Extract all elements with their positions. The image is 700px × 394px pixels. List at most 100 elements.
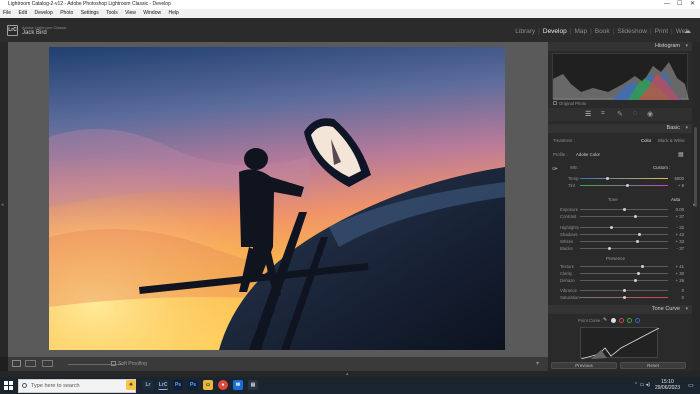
texture-knob[interactable] [641, 265, 644, 268]
module-book[interactable]: Book [592, 28, 613, 35]
module-map[interactable]: Map [571, 28, 590, 35]
contrast-slider[interactable] [580, 216, 668, 217]
dehaze-value[interactable]: + 26 [670, 278, 684, 283]
whites-slider[interactable] [580, 241, 668, 242]
edit-sliders-icon[interactable]: ☰ [585, 110, 591, 118]
compare-icon[interactable] [42, 360, 53, 367]
reset-button[interactable]: Reset [620, 362, 686, 369]
menu-settings[interactable]: Settings [81, 10, 99, 16]
module-slideshow[interactable]: Slideshow [614, 28, 650, 35]
contrast-knob[interactable] [634, 215, 637, 218]
module-develop[interactable]: Develop [540, 28, 570, 35]
highlights-slider[interactable] [580, 227, 668, 228]
shadows-knob[interactable] [638, 233, 641, 236]
blacks-value[interactable]: - 37 [670, 246, 684, 251]
wb-eyedropper-icon[interactable]: ✑ [552, 165, 558, 173]
menu-view[interactable]: View [125, 10, 136, 16]
curve-red-channel[interactable] [619, 318, 624, 323]
vibrance-value[interactable]: 0 [670, 288, 684, 293]
masking-icon[interactable]: ◌ [633, 110, 637, 117]
app-taskbar-icon[interactable]: ▤ [248, 380, 258, 390]
dehaze-knob[interactable] [634, 279, 637, 282]
exposure-value[interactable]: 0.00 [670, 207, 684, 212]
crop-icon[interactable]: ⌗ [601, 110, 605, 118]
shadows-slider[interactable] [580, 234, 668, 235]
tint-knob[interactable] [626, 184, 629, 187]
toolbar-menu-icon[interactable]: ▾ [536, 360, 539, 367]
right-scrollbar[interactable]: ▸ [692, 42, 700, 377]
highlights-knob[interactable] [610, 226, 613, 229]
curve-edit-icon[interactable]: ✎ [603, 317, 607, 323]
highlights-value[interactable]: - 32 [670, 225, 684, 230]
lightroom-taskbar-icon[interactable]: Lr [143, 380, 153, 390]
redeye-icon[interactable]: ◉ [647, 110, 653, 118]
tone-curve-graph[interactable] [580, 327, 660, 360]
photoshop-taskbar-icon[interactable]: Ps [173, 380, 183, 390]
whites-value[interactable]: + 33 [670, 239, 684, 244]
chrome-icon[interactable]: ● [218, 380, 228, 390]
clarity-slider[interactable] [580, 273, 668, 274]
maximize-icon[interactable]: ☐ [677, 0, 682, 9]
clarity-value[interactable]: + 30 [670, 271, 684, 276]
auto-tone-button[interactable]: Auto [671, 197, 680, 202]
tint-value[interactable]: + 8 [670, 183, 684, 188]
temp-slider[interactable] [580, 178, 668, 179]
vibrance-knob[interactable] [623, 289, 626, 292]
menu-file[interactable]: File [3, 10, 11, 16]
photo-preview[interactable] [49, 47, 505, 350]
dehaze-slider[interactable] [580, 280, 668, 281]
histogram-header[interactable]: Histogram ▾ [548, 42, 692, 51]
contrast-value[interactable]: + 37 [670, 214, 684, 219]
file-explorer-icon[interactable]: ▭ [203, 380, 213, 390]
wb-select[interactable]: Custom : [653, 165, 670, 170]
saturation-knob[interactable] [623, 296, 626, 299]
photoshop-alt-taskbar-icon[interactable]: Ps [188, 380, 198, 390]
curve-white-channel[interactable] [611, 318, 616, 323]
taskbar-search-input[interactable]: Type here to search [18, 379, 136, 393]
treatment-bw[interactable]: Black & White [658, 138, 685, 143]
histogram[interactable] [552, 53, 689, 100]
whites-knob[interactable] [636, 240, 639, 243]
taskbar-clock[interactable]: 15:10 29/06/2023 [655, 379, 680, 391]
search-highlight-icon[interactable]: ☀ [126, 380, 136, 390]
curve-blue-channel[interactable] [635, 318, 640, 323]
menu-photo[interactable]: Photo [60, 10, 73, 16]
profile-select[interactable]: Adobe Color [576, 152, 600, 157]
temp-value[interactable]: 5000 [670, 176, 684, 181]
treatment-color[interactable]: Color [641, 138, 651, 143]
close-icon[interactable]: ✕ [690, 0, 695, 9]
menu-tools[interactable]: Tools [106, 10, 118, 16]
left-panel-toggle-icon[interactable]: ◂ [1, 202, 4, 208]
module-print[interactable]: Print [652, 28, 671, 35]
left-panel-collapsed[interactable]: ◂ [0, 42, 8, 357]
texture-slider[interactable] [580, 266, 668, 267]
basic-header[interactable]: Basic ▾ [548, 124, 692, 133]
saturation-value[interactable]: 0 [670, 295, 684, 300]
minimize-icon[interactable]: — [664, 0, 670, 9]
scrollbar-thumb[interactable] [694, 127, 697, 207]
tint-slider[interactable] [580, 185, 668, 186]
menu-help[interactable]: Help [168, 10, 178, 16]
menu-window[interactable]: Window [143, 10, 161, 16]
menu-develop[interactable]: Develop [34, 10, 52, 16]
original-photo-checkbox[interactable] [553, 101, 557, 105]
windows-start-icon[interactable] [4, 381, 13, 390]
module-library[interactable]: Library [512, 28, 538, 35]
tone-curve-header[interactable]: Tone Curve ▾ [548, 305, 692, 314]
blacks-slider[interactable] [580, 248, 668, 249]
before-after-icon[interactable] [25, 360, 36, 367]
blacks-knob[interactable] [608, 247, 611, 250]
loupe-view-icon[interactable] [12, 360, 21, 367]
lightroom-classic-taskbar-icon[interactable]: LrC [158, 380, 168, 390]
menu-edit[interactable]: Edit [18, 10, 27, 16]
mail-icon[interactable]: ✉ [233, 380, 243, 390]
right-panel-toggle-icon[interactable]: ▸ [693, 202, 696, 208]
curve-green-channel[interactable] [627, 318, 632, 323]
temp-knob[interactable] [606, 177, 609, 180]
healing-icon[interactable]: ✎ [617, 110, 623, 118]
clarity-knob[interactable] [637, 272, 640, 275]
tray-icons[interactable]: ⌃ ▭ ◂) [634, 382, 650, 388]
profile-browser-icon[interactable]: ▦ [678, 151, 684, 158]
shadows-value[interactable]: + 43 [670, 232, 684, 237]
exposure-knob[interactable] [623, 208, 626, 211]
